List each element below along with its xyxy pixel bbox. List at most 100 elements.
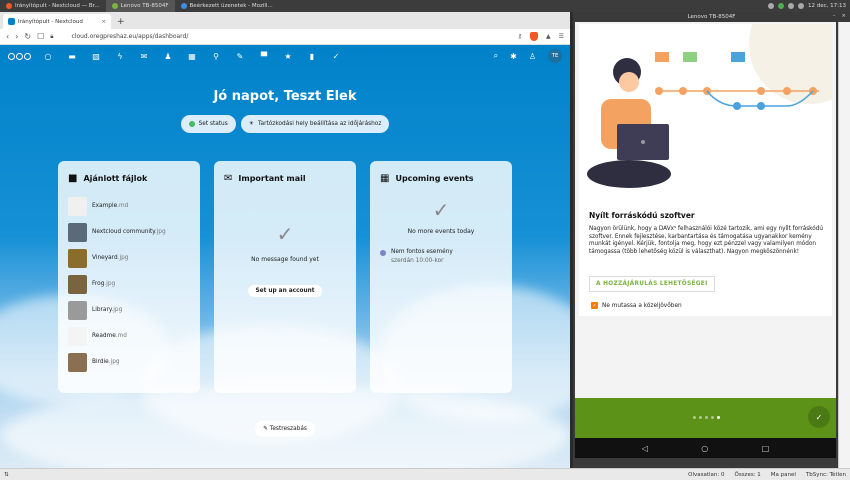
mail-empty-text: No message found yet bbox=[251, 256, 319, 263]
photos-icon[interactable]: ▧ bbox=[91, 52, 101, 61]
browser-tab-dashboard[interactable]: Irányítópult - Nextcloud × bbox=[3, 14, 111, 29]
file-thumbnail bbox=[68, 326, 87, 346]
notes-icon[interactable]: ✎ bbox=[235, 52, 245, 61]
contacts-menu-icon[interactable]: ♙ bbox=[529, 52, 536, 61]
important-mail-panel: ✉ Important mail ✓ No message found yet S… bbox=[214, 161, 356, 393]
file-list: Example.md Nextcloud community.jpg Vineyar… bbox=[68, 194, 190, 374]
unread-count: Olvasatlan: 0 bbox=[688, 471, 725, 478]
search-icon[interactable]: ⌕ bbox=[494, 51, 498, 61]
event-title: Nem fontos esemény bbox=[391, 249, 453, 255]
file-thumbnail bbox=[68, 352, 87, 372]
dont-show-checkbox-row[interactable]: ✓ Ne mutassa a közeljövőben bbox=[591, 302, 682, 309]
file-extension: .md bbox=[117, 203, 129, 209]
brave-shield-icon[interactable] bbox=[529, 32, 538, 41]
address-input[interactable]: cloud.oregpreshaz.eu/apps/dashboard/ bbox=[71, 33, 188, 40]
file-thumbnail bbox=[68, 300, 87, 320]
customize-button[interactable]: ✎ Testreszabás bbox=[255, 421, 315, 437]
file-thumbnail bbox=[68, 274, 87, 294]
taskbar-item-android[interactable]: Lenovo TB-8504F bbox=[105, 0, 175, 12]
file-item[interactable]: Birdie.jpg bbox=[68, 350, 190, 374]
taskbar-item-mail[interactable]: Beérkezett üzenetek - Mozill... bbox=[175, 0, 279, 12]
forward-icon[interactable]: › bbox=[15, 32, 18, 41]
minimize-icon[interactable]: – bbox=[833, 13, 836, 19]
back-icon[interactable]: ‹ bbox=[6, 32, 9, 41]
greeting: Jó napot, Teszt Elek bbox=[213, 89, 357, 104]
next-button[interactable]: ✓ bbox=[808, 406, 830, 428]
system-tray: 12 dec, 17:13 bbox=[768, 3, 850, 9]
file-item[interactable]: Vineyard.jpg bbox=[68, 246, 190, 270]
network-icon[interactable] bbox=[768, 3, 774, 9]
back-nav-icon[interactable]: ◁ bbox=[642, 444, 648, 453]
tbsync-status[interactable]: TbSync: Tétlen bbox=[806, 472, 846, 478]
menu-icon[interactable]: ☰ bbox=[559, 33, 564, 40]
bookmark-icon[interactable]: ☐ bbox=[37, 32, 44, 41]
close-icon[interactable]: × bbox=[841, 13, 846, 19]
file-item[interactable]: Nextcloud community.jpg bbox=[68, 220, 190, 244]
dont-show-label: Ne mutassa a közeljövőben bbox=[602, 302, 682, 309]
event-item[interactable]: Nem fontos esemény szerdán 10:00-kor bbox=[380, 249, 502, 264]
android-nav-bar: ◁ ○ □ bbox=[575, 438, 836, 458]
new-tab-icon[interactable]: + bbox=[111, 17, 131, 29]
events-empty-text: No more events today bbox=[407, 228, 475, 235]
tasks-icon[interactable]: ✓ bbox=[331, 52, 341, 61]
status-indicator-icon: ⇅ bbox=[4, 471, 9, 478]
file-item[interactable]: Frog.jpg bbox=[68, 272, 190, 296]
support-options-button[interactable]: A HOZZÁJÁRULÁS LEHETŐSÉGEI bbox=[589, 276, 715, 292]
checkmark-icon: ✓ bbox=[432, 198, 450, 222]
url-bar: ‹ › ↻ ☐ 🔒︎ cloud.oregpreshaz.eu/apps/das… bbox=[0, 29, 570, 45]
setup-account-button[interactable]: Set up an account bbox=[248, 285, 322, 297]
file-name: Library bbox=[92, 307, 112, 313]
calendar-color-dot bbox=[380, 250, 386, 256]
clock[interactable]: 12 dec, 17:13 bbox=[808, 3, 846, 9]
nextcloud-header: ○ ▬ ▧ ϟ ✉ ♟ ▦ ⚲ ✎ ▀ ★ ▮ ✓ ⌕ ✱ ♙ TE bbox=[0, 45, 570, 67]
weather-icon: ☀︎ bbox=[248, 121, 254, 127]
nextcloud-dashboard: ○ ▬ ▧ ϟ ✉ ♟ ▦ ⚲ ✎ ▀ ★ ▮ ✓ ⌕ ✱ ♙ TE Jó na… bbox=[0, 45, 570, 468]
rewards-icon[interactable]: ▲ bbox=[546, 33, 551, 40]
card-body: Nagyon örülünk, hogy a DAVx⁵ felhasználó… bbox=[589, 226, 823, 255]
recommended-files-panel: ■ Ajánlott fájlok Example.md Nextcloud com… bbox=[58, 161, 200, 393]
recents-nav-icon[interactable]: □ bbox=[762, 444, 770, 453]
calendar-icon[interactable]: ▦ bbox=[187, 52, 197, 61]
file-item[interactable]: Example.md bbox=[68, 194, 190, 218]
maps-icon[interactable]: ⚲ bbox=[211, 52, 221, 61]
customize-label: Testreszabás bbox=[269, 426, 307, 432]
analytics-icon[interactable]: ▮ bbox=[307, 52, 317, 61]
done-icon: ✓ bbox=[815, 412, 823, 422]
file-thumbnail bbox=[68, 222, 87, 242]
key-icon[interactable]: ⚷ bbox=[518, 33, 522, 40]
file-item[interactable]: Readme.md bbox=[68, 324, 190, 348]
mail-status-bar: ⇅ Olvasatlan: 0 Összes: 1 Ma panel TbSyn… bbox=[0, 468, 850, 480]
file-extension: .jpg bbox=[104, 281, 116, 287]
reload-icon[interactable]: ↻ bbox=[24, 32, 31, 41]
bookmarks-icon[interactable]: ★ bbox=[283, 52, 293, 61]
bluetooth-icon[interactable] bbox=[788, 3, 794, 9]
set-status-button[interactable]: Set status bbox=[180, 115, 236, 133]
taskbar-label: Lenovo TB-8504F bbox=[120, 3, 169, 9]
taskbar-label: Irányítópult - Nextcloud — Br... bbox=[15, 3, 100, 9]
nextcloud-logo-icon[interactable] bbox=[8, 52, 31, 60]
files-icon[interactable]: ▬ bbox=[67, 52, 77, 61]
weather-location-button[interactable]: ☀︎ Tartózkodási hely beállítása az időjá… bbox=[240, 115, 390, 133]
home-nav-icon[interactable]: ○ bbox=[701, 444, 708, 453]
page-indicator bbox=[693, 416, 720, 419]
android-icon bbox=[111, 3, 118, 9]
set-status-label: Set status bbox=[198, 121, 228, 127]
dashboard-icon[interactable]: ○ bbox=[43, 52, 53, 61]
taskbar-item-browser[interactable]: Irányítópult - Nextcloud — Br... bbox=[0, 0, 106, 12]
checkbox-checked-icon[interactable]: ✓ bbox=[591, 302, 598, 309]
file-name: Nextcloud community bbox=[92, 229, 155, 235]
deck-icon[interactable]: ▀ bbox=[259, 52, 269, 61]
android-emulator-window: Lenovo TB-8504F – × Nyílt forráskódú szo… bbox=[573, 12, 850, 468]
page-dot bbox=[717, 416, 720, 419]
notifications-icon[interactable]: ✱ bbox=[510, 52, 517, 61]
volume-icon[interactable] bbox=[778, 3, 784, 9]
mail-icon[interactable]: ✉ bbox=[139, 52, 149, 61]
avatar[interactable]: TE bbox=[548, 49, 562, 63]
contacts-icon[interactable]: ♟ bbox=[163, 52, 173, 61]
today-panel-toggle[interactable]: Ma panel bbox=[771, 472, 796, 478]
emulator-sidebar bbox=[838, 22, 850, 468]
file-item[interactable]: Library.jpg bbox=[68, 298, 190, 322]
close-icon[interactable]: × bbox=[101, 19, 106, 25]
activity-icon[interactable]: ϟ bbox=[115, 52, 125, 61]
battery-icon[interactable] bbox=[798, 3, 804, 9]
